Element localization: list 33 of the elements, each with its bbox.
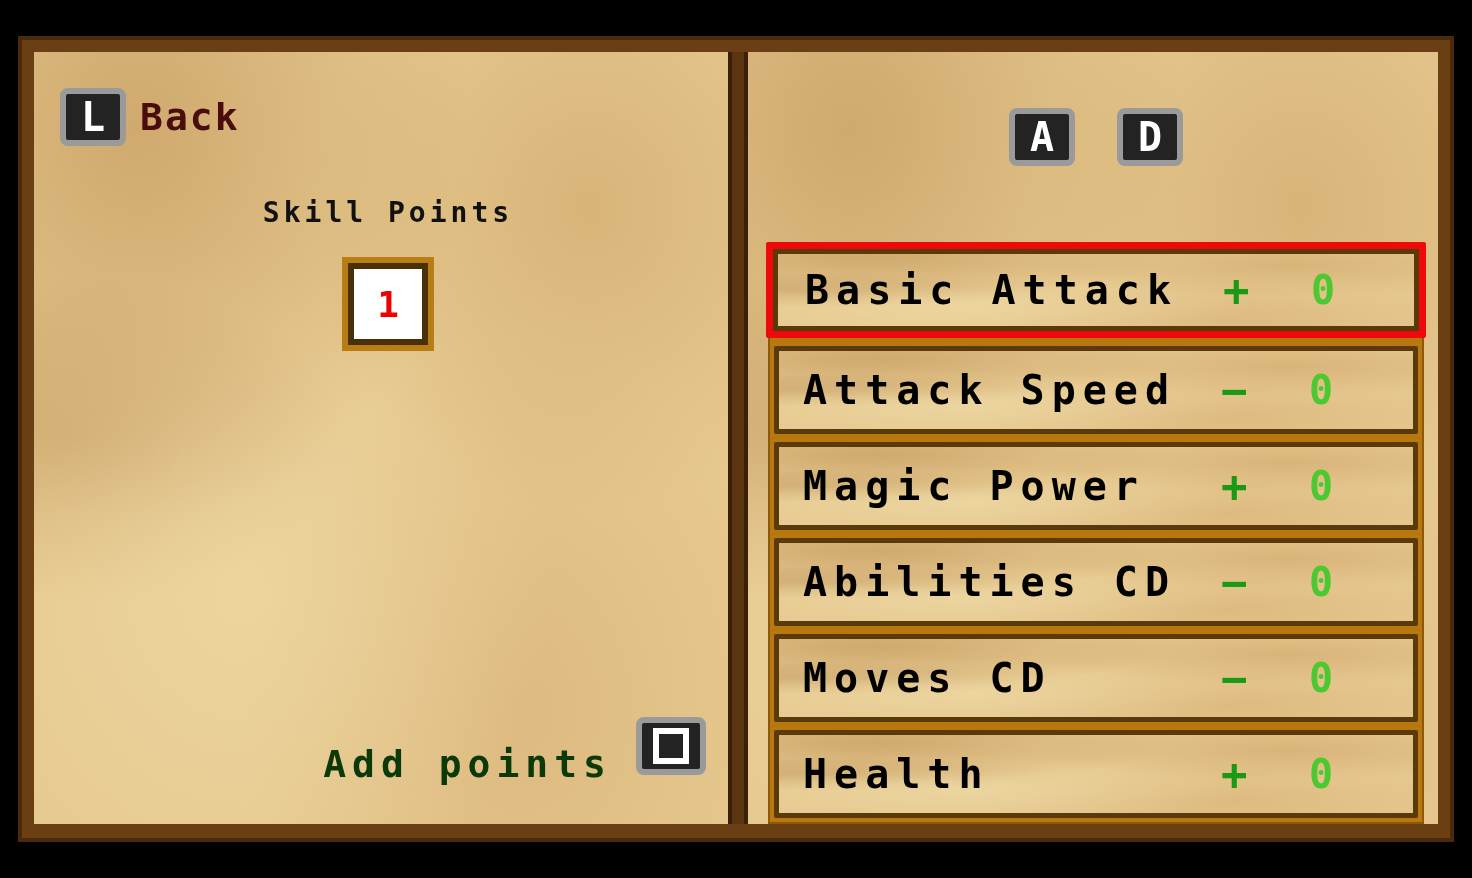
stat-row[interactable]: Moves CD − 0 [774,634,1418,722]
stat-value: 0 [1309,751,1334,797]
stat-name: Moves CD [803,655,1053,701]
stat-value: 0 [1311,267,1336,313]
stat-sign: + [1221,748,1249,800]
square-key-button[interactable] [636,717,706,775]
key-button[interactable]: D [1117,108,1183,166]
stat-sign: − [1221,556,1249,608]
stat-name: Abilities CD [803,559,1177,605]
stat-value: 0 [1309,655,1334,701]
stat-sign: + [1223,264,1251,316]
stat-value: 0 [1309,367,1334,413]
square-icon [653,728,689,764]
stat-name: Basic Attack [805,267,1179,313]
stat-sign: − [1221,652,1249,704]
stat-sign: + [1221,460,1249,512]
key-button[interactable]: A [1009,108,1075,166]
stat-value: 0 [1309,463,1334,509]
stat-row[interactable]: Basic Attack + 0 [766,242,1426,338]
skill-points-value: 1 [342,257,434,351]
back-label[interactable]: Back [140,95,240,139]
stat-sign: − [1221,364,1249,416]
stat-row[interactable]: Abilities CD − 0 [774,538,1418,626]
add-points-label: Add points [323,742,612,786]
stat-name: Health [803,751,991,797]
stat-row[interactable]: Magic Power + 0 [774,442,1418,530]
stat-value: 0 [1309,559,1334,605]
stat-row[interactable]: Attack Speed − 0 [774,346,1418,434]
key-button[interactable]: L [60,88,126,146]
stat-name: Attack Speed [803,367,1177,413]
stat-name: Magic Power [803,463,1146,509]
skill-points-label: Skill Points [262,196,514,229]
stat-row[interactable]: Health + 0 [774,730,1418,818]
